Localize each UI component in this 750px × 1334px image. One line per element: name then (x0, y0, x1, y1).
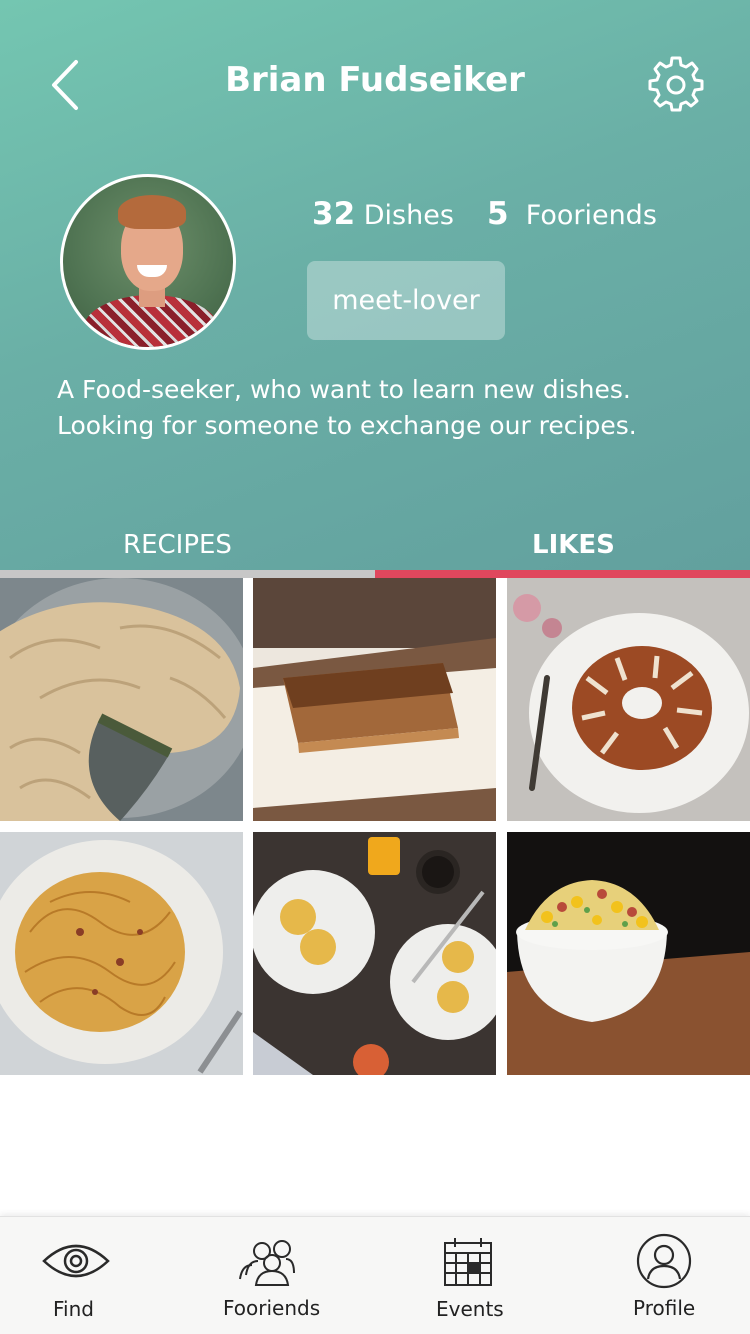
gear-icon (648, 56, 704, 112)
dish-photo-pecan-pie-slice[interactable] (253, 578, 496, 821)
dishes-label: Dishes (363, 200, 454, 231)
avatar[interactable] (60, 174, 236, 350)
taste-tag[interactable]: meet-lover (307, 261, 505, 340)
nav-profile-label: Profile (633, 1296, 696, 1320)
nav-events-label: Events (436, 1297, 504, 1321)
tab-recipes[interactable]: RECIPES (0, 520, 375, 578)
dishes-count: 32 (312, 196, 356, 232)
tab-active-indicator (375, 570, 750, 578)
group-icon (239, 1240, 295, 1286)
bio-line: A Food-seeker, who want to learn new dis… (57, 375, 631, 404)
nav-find[interactable]: Find (30, 1217, 120, 1334)
bio-line: Looking for someone to exchange our reci… (57, 411, 637, 440)
fooriends-label: Fooriends (525, 200, 657, 231)
dish-image (507, 832, 750, 1075)
tab-recipes-label: RECIPES (123, 530, 232, 560)
nav-find-label: Find (53, 1297, 94, 1321)
settings-button[interactable] (648, 56, 704, 112)
dish-image (0, 578, 243, 821)
nav-events[interactable]: Events (420, 1217, 520, 1334)
tab-indicator (0, 570, 375, 578)
profile-bio: A Food-seeker, who want to learn new dis… (57, 372, 717, 444)
dish-photo-spanakopita-pie[interactable] (0, 578, 243, 821)
dish-image (253, 832, 496, 1075)
bottom-navigation: Find Fooriends Events Profile (0, 1216, 750, 1334)
dish-photo-corn-salad-bowl[interactable] (507, 832, 750, 1075)
liked-dishes-grid (0, 578, 750, 1076)
profile-tabs: RECIPES LIKES (0, 520, 750, 578)
nav-fooriends-label: Fooriends (223, 1296, 321, 1320)
fooriends-count: 5 (487, 196, 509, 232)
dish-photo-spaghetti-plate[interactable] (0, 832, 243, 1075)
dish-image (253, 578, 496, 821)
tab-likes-label: LIKES (532, 530, 615, 560)
nav-fooriends[interactable]: Fooriends (210, 1217, 330, 1334)
dish-image (507, 578, 750, 821)
tab-likes[interactable]: LIKES (375, 520, 750, 578)
page-title: Brian Fudseiker (225, 60, 525, 100)
eye-icon (42, 1244, 110, 1278)
calendar-icon (444, 1238, 492, 1286)
user-circle-icon (636, 1233, 692, 1289)
dishes-stat[interactable]: 32 Dishes (312, 196, 454, 232)
profile-header: Brian Fudseiker 32 Dishes 5 Fooriends me… (0, 0, 750, 578)
fooriends-stat[interactable]: 5 Fooriends (487, 196, 657, 232)
dish-photo-eggs-benedict[interactable] (253, 832, 496, 1075)
dish-photo-bundt-cake[interactable] (507, 578, 750, 821)
nav-profile[interactable]: Profile (620, 1217, 710, 1334)
dish-image (0, 832, 243, 1075)
